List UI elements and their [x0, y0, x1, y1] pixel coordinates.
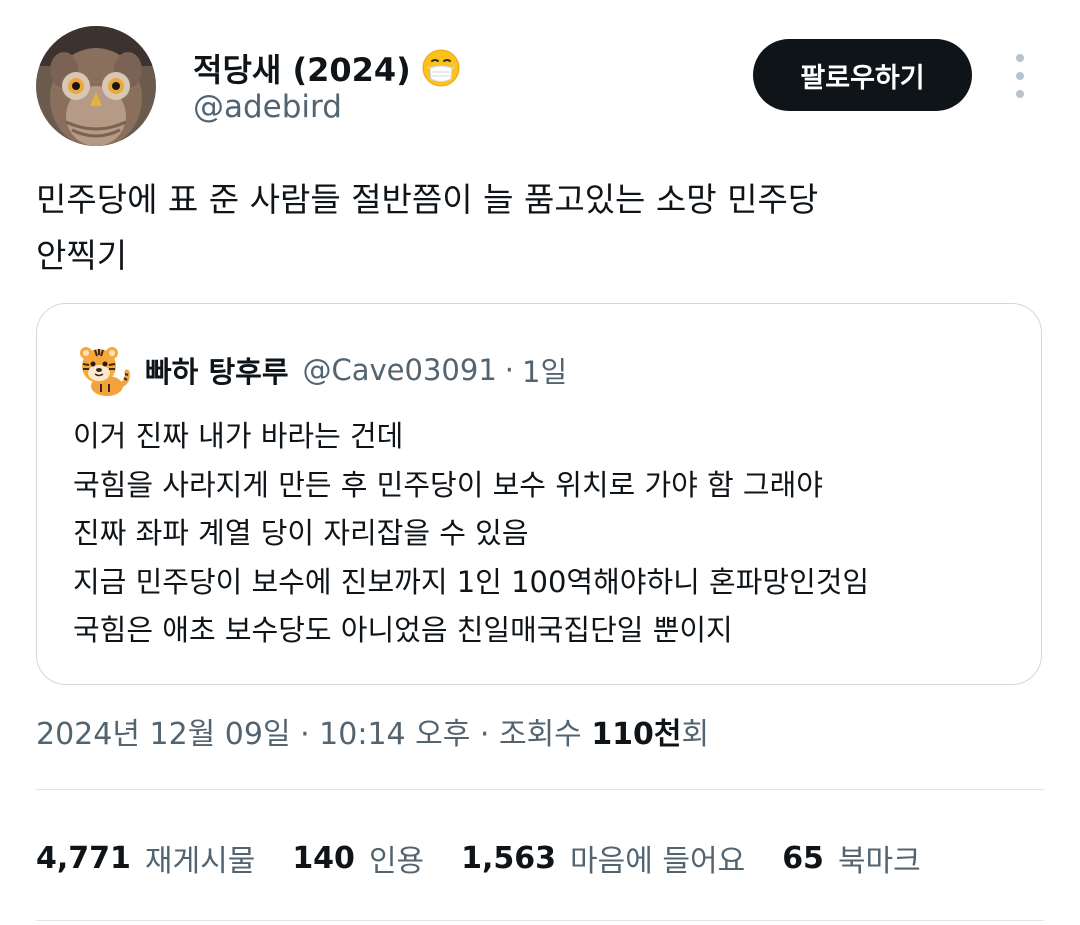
more-options-button[interactable]	[1004, 54, 1036, 98]
divider	[36, 920, 1044, 921]
view-count: 110천	[591, 717, 682, 752]
tiger-emoji-avatar-icon[interactable]	[75, 342, 131, 398]
tweet-metadata: 2024년 12월 09일 · 10:14 오후 · 조회수 110천회	[36, 709, 709, 753]
divider	[36, 789, 1044, 790]
retweets-count: 4,771	[36, 840, 131, 876]
quoted-tweet-text: 이거 진짜 내가 바라는 건데 국힘을 사라지게 만든 후 민주당이 보수 위치…	[73, 412, 1023, 655]
tweet-timestamp[interactable]: 2024년 12월 09일 · 10:14 오후 · 조회수	[36, 717, 591, 752]
separator-dot: ·	[504, 353, 514, 387]
likes-stat[interactable]: 1,563 마음에 들어요	[461, 836, 745, 880]
more-vertical-icon-dot	[1016, 54, 1024, 62]
bookmarks-label: 북마크	[837, 844, 921, 879]
quotes-stat[interactable]: 140 인용	[292, 836, 424, 880]
tweet-text-line: 민주당에 표 준 사람들 절반쯤이 늘 품고있는 소망 민주당	[36, 180, 819, 219]
follow-button[interactable]: 팔로우하기	[753, 39, 972, 111]
quoted-tweet-time[interactable]: 1일	[522, 349, 567, 391]
author-display-name[interactable]: 적당새 (2024)	[193, 46, 461, 90]
retweets-stat[interactable]: 4,771 재게시물	[36, 836, 255, 880]
author-handle[interactable]: @adebird	[193, 89, 342, 125]
quoted-tweet-header: 빠하 탕후루 @Cave03091 · 1일	[75, 342, 567, 398]
likes-count: 1,563	[461, 840, 557, 876]
quoted-text-line: 이거 진짜 내가 바라는 건데	[73, 419, 404, 453]
quoted-text-line: 진짜 좌파 계열 당이 자리잡을 수 있음	[73, 516, 529, 550]
engagement-stats: 4,771 재게시물 140 인용 1,563 마음에 들어요 65 북마크	[36, 836, 958, 880]
author-name-text: 적당새 (2024)	[193, 51, 411, 89]
quotes-label: 인용	[368, 844, 425, 879]
quoted-author-handle[interactable]: @Cave03091	[303, 353, 497, 387]
retweets-label: 재게시물	[144, 844, 256, 879]
face-with-medical-mask-icon	[421, 48, 461, 88]
author-avatar[interactable]	[36, 26, 156, 146]
quotes-count: 140	[292, 840, 355, 876]
quoted-text-line: 지금 민주당이 보수에 진보까지 1인 100역해야하니 혼파망인것임	[73, 564, 870, 599]
tweet-text: 민주당에 표 준 사람들 절반쯤이 늘 품고있는 소망 민주당 안찍기	[36, 172, 1036, 284]
more-vertical-icon-dot	[1016, 72, 1024, 80]
bookmarks-stat[interactable]: 65 북마크	[782, 836, 921, 880]
quoted-tweet-card[interactable]: 빠하 탕후루 @Cave03091 · 1일 이거 진짜 내가 바라는 건데 국…	[36, 303, 1042, 685]
bookmarks-count: 65	[782, 840, 824, 876]
more-vertical-icon-dot	[1016, 90, 1024, 98]
tweet-text-line: 안찍기	[36, 236, 128, 275]
likes-label: 마음에 들어요	[570, 844, 746, 879]
quoted-text-line: 국힘을 사라지게 만든 후 민주당이 보수 위치로 가야 함 그래야	[73, 467, 823, 502]
owl-avatar-icon	[36, 26, 156, 146]
quoted-text-line: 국힘은 애초 보수당도 아니었음 친일매국집단일 뿐이지	[73, 613, 733, 647]
quoted-author-name[interactable]: 빠하 탕후루	[145, 349, 289, 391]
view-count-suffix: 회	[681, 717, 710, 752]
